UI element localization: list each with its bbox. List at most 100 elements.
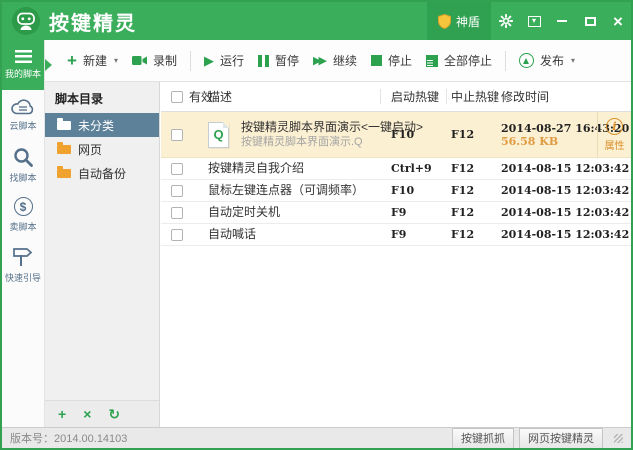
app-logo-robot-icon bbox=[12, 7, 40, 35]
row-checkbox[interactable] bbox=[171, 228, 183, 241]
version-label: 版本号：2014.00.14103 bbox=[10, 433, 128, 445]
column-divider bbox=[446, 89, 447, 104]
stop-hotkey: F12 bbox=[451, 228, 475, 241]
minimize-icon bbox=[557, 20, 567, 22]
stop-hotkey: F12 bbox=[451, 128, 475, 141]
modified-time: 2014-08-15 12:03:42 bbox=[501, 162, 630, 175]
shield-icon bbox=[437, 13, 451, 29]
modified-time: 2014-08-15 12:03:42 bbox=[501, 184, 630, 197]
sidebar-item-find-scripts[interactable]: 找脚本 bbox=[2, 140, 44, 190]
column-divider bbox=[493, 89, 494, 104]
publish-icon bbox=[518, 53, 534, 68]
sidebar-item-label: 卖脚本 bbox=[9, 222, 37, 232]
stop-hotkey: F12 bbox=[451, 162, 475, 175]
gear-icon bbox=[499, 14, 513, 28]
web-quickmacro-button[interactable]: 网页按键精灵 bbox=[519, 427, 603, 448]
column-header-description[interactable]: 描述 bbox=[208, 82, 232, 111]
maximize-button[interactable] bbox=[577, 2, 603, 40]
app-window: 按键精灵 神盾 ▾ × + 新建 ▾ 录制 ▶ 运行 暂停 ▶▶ 继续 停止 全… bbox=[0, 0, 633, 450]
record-label: 录制 bbox=[152, 54, 177, 68]
titlebar-controls: 神盾 ▾ × bbox=[426, 2, 631, 40]
stop-hotkey: F12 bbox=[451, 206, 475, 219]
script-directory-title: 脚本目录 bbox=[55, 92, 104, 106]
modified-time: 2014-08-15 12:03:42 bbox=[501, 228, 630, 241]
info-icon: i bbox=[606, 117, 623, 135]
row-checkbox[interactable] bbox=[171, 162, 183, 175]
folder-item-web[interactable]: 网页 bbox=[45, 137, 159, 161]
camera-icon bbox=[131, 56, 147, 65]
stop-label: 停止 bbox=[387, 54, 412, 68]
nav-sidebar: 我的脚本 云脚本 找脚本 $ 卖脚本 快速引导 bbox=[2, 40, 45, 427]
play-icon: ▶ bbox=[203, 52, 214, 68]
stop-all-button[interactable]: 全部停止 bbox=[419, 47, 499, 74]
table-row[interactable]: 自动喊话 F9 F12 2014-08-15 12:03:42 bbox=[161, 224, 631, 246]
cloud-icon bbox=[11, 99, 34, 115]
folder-item-uncategorized[interactable]: 未分类 bbox=[45, 113, 159, 137]
script-title: 鼠标左键连点器（可调频率） bbox=[208, 183, 365, 197]
stop-icon bbox=[370, 55, 382, 66]
folder-icon bbox=[57, 166, 71, 178]
pause-button[interactable]: 暂停 bbox=[251, 47, 306, 74]
search-icon bbox=[14, 147, 33, 167]
run-button[interactable]: ▶ 运行 bbox=[197, 47, 251, 74]
sidebar-item-quick-guide[interactable]: 快速引导 bbox=[2, 240, 44, 290]
row-checkbox[interactable] bbox=[171, 184, 183, 197]
minimize-to-tray-button[interactable]: ▾ bbox=[521, 2, 547, 40]
folder-label: 未分类 bbox=[78, 118, 115, 133]
resume-button[interactable]: ▶▶ 继续 bbox=[306, 47, 364, 74]
folder-item-auto-backup[interactable]: 自动备份 bbox=[45, 161, 159, 185]
script-title: 自动喊话 bbox=[208, 227, 257, 241]
chevron-down-icon: ▾ bbox=[113, 56, 118, 65]
start-hotkey: Ctrl+9 bbox=[391, 162, 432, 175]
table-row[interactable]: 鼠标左键连点器（可调频率） F10 F12 2014-08-15 12:03:4… bbox=[161, 180, 631, 202]
settings-button[interactable] bbox=[493, 2, 519, 40]
table-row[interactable]: 按键精灵自我介绍 Ctrl+9 F12 2014-08-15 12:03:42 bbox=[161, 158, 631, 180]
toolbar-divider bbox=[189, 50, 191, 71]
stop-button[interactable]: 停止 bbox=[364, 47, 419, 74]
properties-button[interactable]: i 属性 bbox=[597, 112, 631, 157]
fast-forward-icon: ▶▶ bbox=[313, 54, 327, 67]
row-checkbox[interactable] bbox=[171, 206, 183, 219]
plus-icon: + bbox=[67, 50, 77, 70]
refresh-folders-button[interactable]: ↻ bbox=[108, 407, 120, 421]
list-icon bbox=[14, 50, 32, 63]
active-tab-notch bbox=[45, 59, 52, 71]
sidebar-item-cloud-scripts[interactable]: 云脚本 bbox=[2, 90, 44, 140]
select-all-checkbox[interactable] bbox=[171, 90, 183, 103]
script-file-icon: Q bbox=[208, 121, 229, 148]
column-header-start-hotkey[interactable]: 启动热键 bbox=[391, 82, 439, 111]
shield-label: 神盾 bbox=[455, 14, 480, 29]
sidebar-item-my-scripts[interactable]: 我的脚本 bbox=[2, 40, 44, 90]
maximize-icon bbox=[584, 16, 596, 26]
sidebar-item-label: 快速引导 bbox=[4, 272, 41, 283]
row-checkbox[interactable] bbox=[171, 128, 183, 141]
script-table: 有效 描述 启动热键 中止热键 修改时间 Q 按键精灵脚本界面演示<一键启动> … bbox=[161, 82, 631, 427]
key-grab-button[interactable]: 按键抓抓 bbox=[452, 427, 514, 448]
stop-all-label: 全部停止 bbox=[443, 54, 492, 68]
column-header-modified[interactable]: 修改时间 bbox=[501, 82, 549, 111]
delete-folder-button[interactable]: × bbox=[83, 407, 91, 421]
title-bar: 按键精灵 神盾 ▾ × bbox=[2, 2, 631, 40]
table-row[interactable]: Q 按键精灵脚本界面演示<一键启动> 按键精灵脚本界面演示.Q F10 F12 … bbox=[161, 112, 631, 158]
publish-button[interactable]: 发布 ▾ bbox=[512, 47, 582, 74]
column-header-stop-hotkey[interactable]: 中止热键 bbox=[451, 82, 499, 111]
sidebar-item-sell-scripts[interactable]: $ 卖脚本 bbox=[2, 190, 44, 240]
start-hotkey: F10 bbox=[391, 184, 415, 197]
signpost-icon bbox=[13, 247, 33, 266]
minimize-button[interactable] bbox=[549, 2, 575, 40]
start-hotkey: F10 bbox=[391, 128, 415, 141]
table-row[interactable]: 自动定时关机 F9 F12 2014-08-15 12:03:42 bbox=[161, 202, 631, 224]
shield-status-button[interactable]: 神盾 bbox=[426, 2, 491, 40]
new-script-button[interactable]: + 新建 ▾ bbox=[60, 47, 125, 74]
dollar-icon: $ bbox=[13, 197, 33, 216]
record-button[interactable]: 录制 bbox=[125, 47, 184, 74]
folder-label: 自动备份 bbox=[78, 166, 127, 181]
column-divider bbox=[380, 89, 381, 104]
properties-label: 属性 bbox=[604, 140, 625, 152]
add-folder-button[interactable]: + bbox=[58, 407, 66, 421]
close-button[interactable]: × bbox=[605, 2, 631, 40]
modified-time: 2014-08-15 12:03:42 bbox=[501, 206, 630, 219]
toolbar-divider bbox=[504, 50, 506, 71]
resize-grip[interactable] bbox=[614, 433, 623, 443]
script-directory-panel: 脚本目录 未分类 网页 自动备份 + × ↻ bbox=[45, 82, 160, 427]
